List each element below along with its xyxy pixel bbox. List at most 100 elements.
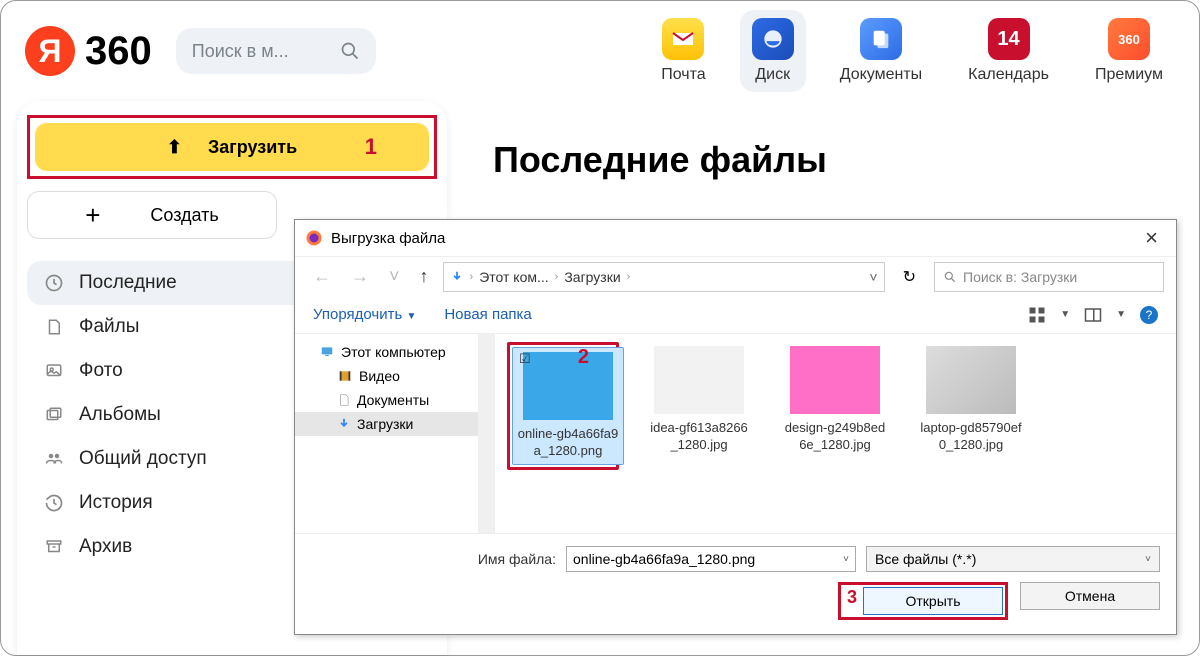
clock-icon [43, 272, 65, 294]
scrollbar[interactable] [478, 334, 494, 533]
nav-label: Архив [79, 536, 132, 558]
file-open-dialog: Выгрузка файла × ← → ˅ ↑ › Этот ком... ›… [294, 219, 1177, 635]
up-arrow-icon[interactable]: ↑ [414, 266, 435, 287]
chevron-down-icon[interactable]: ˅ [843, 554, 849, 565]
breadcrumb-item[interactable]: Этот ком... [479, 269, 548, 285]
app-documents[interactable]: Документы [828, 10, 934, 92]
annotation-2: 2 [578, 346, 589, 369]
recent-chevron-icon[interactable]: ˅ [383, 266, 406, 287]
page-title: Последние файлы [493, 139, 1183, 181]
upload-label: Загрузить [208, 137, 297, 158]
cancel-button[interactable]: Отмена [1020, 582, 1160, 610]
filename-input[interactable]: online-gb4a66fa9a_1280.png ˅ [566, 546, 856, 572]
dialog-titlebar: Выгрузка файла × [295, 220, 1176, 256]
create-button[interactable]: + Создать [27, 191, 277, 239]
breadcrumb-item[interactable]: Загрузки [564, 269, 620, 285]
nav-label: Общий доступ [79, 448, 207, 470]
chevron-down-icon: ˅ [1145, 554, 1151, 565]
firefox-icon [305, 229, 323, 247]
file-name: online-gb4a66fa9a_1280.png [517, 426, 619, 460]
filename-value: online-gb4a66fa9a_1280.png [573, 551, 755, 567]
tree-label: Этот компьютер [341, 344, 446, 360]
upload-icon: ⬆ [167, 137, 182, 158]
thumbnail [926, 346, 1016, 414]
history-icon [43, 492, 65, 514]
file-item[interactable]: idea-gf613a8266_1280.jpg [643, 342, 755, 458]
file-name: laptop-gd85790ef0_1280.jpg [919, 420, 1023, 454]
app-label: Почта [661, 66, 705, 84]
refresh-icon[interactable]: ↻ [893, 267, 926, 287]
dialog-search-input[interactable]: Поиск в: Загрузки [934, 262, 1164, 292]
people-icon [43, 448, 65, 470]
help-icon[interactable]: ? [1140, 306, 1158, 324]
checkbox-icon[interactable]: ☑ [519, 351, 531, 367]
nav-label: Альбомы [79, 404, 161, 426]
doc-icon [337, 392, 351, 408]
search-placeholder: Поиск в м... [192, 41, 340, 62]
thumbnail [523, 352, 613, 420]
annotation-1: 1 [365, 134, 377, 160]
albums-icon [43, 404, 65, 426]
file-grid: ☑ 2 online-gb4a66fa9a_1280.png idea-gf61… [495, 334, 1176, 533]
nav-label: История [79, 492, 153, 514]
tree-item-pc[interactable]: Этот компьютер [295, 340, 494, 364]
download-arrow-icon [450, 270, 464, 284]
create-label: Создать [150, 205, 218, 226]
app-switcher: Почта Диск Документы 14 Календарь 360 Пр… [649, 10, 1175, 92]
dialog-nav: ← → ˅ ↑ › Этот ком... › Загрузки › ˅ ↻ П… [295, 256, 1176, 296]
file-item[interactable]: design-g249b8ed6e_1280.jpg [779, 342, 891, 458]
thumbnail [790, 346, 880, 414]
video-icon [337, 369, 353, 383]
app-label: Документы [840, 66, 922, 84]
logo[interactable]: Я 360 [25, 26, 152, 76]
dialog-toolbar: Упорядочить ▼ Новая папка ▼ ▼ ? [295, 296, 1176, 334]
breadcrumb[interactable]: › Этот ком... › Загрузки › ˅ [443, 262, 885, 292]
app-premium[interactable]: 360 Премиум [1083, 10, 1175, 92]
tree-label: Загрузки [357, 416, 413, 432]
upload-button[interactable]: ⬆ Загрузить 1 [35, 123, 429, 171]
app-label: Диск [755, 66, 790, 84]
logo-360-text: 360 [85, 29, 152, 74]
tree-label: Видео [359, 368, 400, 384]
app-disk[interactable]: Диск [740, 10, 806, 92]
close-icon[interactable]: × [1137, 225, 1166, 251]
tree-item-downloads[interactable]: Загрузки [295, 412, 494, 436]
filter-text: Все файлы (*.*) [875, 551, 976, 567]
dialog-footer: Имя файла: online-gb4a66fa9a_1280.png ˅ … [295, 534, 1176, 630]
chevron-down-icon[interactable]: ˅ [869, 269, 877, 285]
file-icon [43, 316, 65, 338]
annotation-box-1: ⬆ Загрузить 1 [27, 115, 437, 179]
filetype-select[interactable]: Все файлы (*.*) ˅ [866, 546, 1160, 572]
tree-item-video[interactable]: Видео [295, 364, 494, 388]
annotation-3: 3 [847, 587, 857, 615]
chevron-down-icon[interactable]: ▼ [1116, 309, 1126, 320]
search-placeholder: Поиск в: Загрузки [963, 269, 1077, 285]
file-item[interactable]: ☑ 2 online-gb4a66fa9a_1280.png [512, 347, 624, 465]
file-name: design-g249b8ed6e_1280.jpg [783, 420, 887, 454]
thumbnail [654, 346, 744, 414]
nav-label: Последние [79, 272, 177, 294]
tree-item-documents[interactable]: Документы [295, 388, 494, 412]
plus-icon: + [85, 202, 100, 228]
logo-yandex-icon: Я [25, 26, 75, 76]
annotation-box-3: 3 Открыть [838, 582, 1008, 620]
app-label: Календарь [968, 66, 1049, 84]
open-button[interactable]: Открыть [863, 587, 1003, 615]
app-mail[interactable]: Почта [649, 10, 717, 92]
dialog-title: Выгрузка файла [331, 230, 445, 247]
search-input[interactable]: Поиск в м... [176, 28, 376, 74]
dialog-body: Этот компьютер Видео Документы Загрузки … [295, 334, 1176, 534]
organize-button[interactable]: Упорядочить ▼ [313, 306, 416, 323]
filename-label: Имя файла: [478, 551, 556, 567]
file-item[interactable]: laptop-gd85790ef0_1280.jpg [915, 342, 1027, 458]
preview-pane-button[interactable] [1084, 306, 1102, 324]
nav-label: Фото [79, 360, 123, 382]
new-folder-button[interactable]: Новая папка [444, 306, 531, 323]
app-calendar[interactable]: 14 Календарь [956, 10, 1061, 92]
back-arrow-icon[interactable]: ← [307, 266, 337, 287]
search-icon [340, 41, 360, 61]
forward-arrow-icon[interactable]: → [345, 266, 375, 287]
view-mode-button[interactable] [1028, 306, 1046, 324]
chevron-down-icon[interactable]: ▼ [1060, 309, 1070, 320]
annotation-box-2: ☑ 2 online-gb4a66fa9a_1280.png [507, 342, 619, 470]
